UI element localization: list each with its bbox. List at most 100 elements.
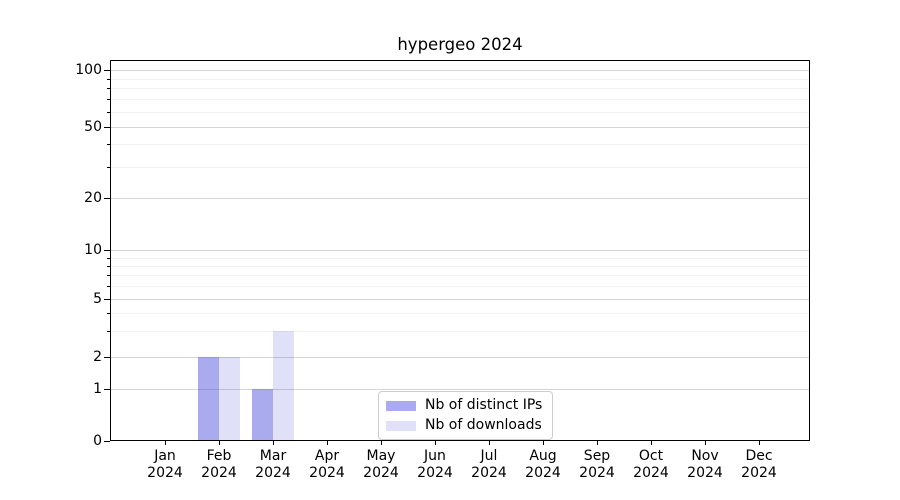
legend-swatch-downloads — [386, 421, 416, 431]
y-minor-tick — [107, 331, 110, 332]
x-tick — [705, 441, 706, 445]
y-minor-tick — [107, 286, 110, 287]
x-tick-year: 2024 — [147, 465, 183, 482]
bar-feb-ips — [198, 357, 219, 441]
y-minor-tick — [107, 144, 110, 145]
x-tick-year: 2024 — [201, 465, 237, 482]
y-minor-tick — [107, 313, 110, 314]
x-tick-month: Jul — [471, 448, 507, 465]
legend-item-downloads: Nb of downloads — [386, 417, 542, 434]
y-tick-label: 2 — [2, 348, 102, 366]
x-tick — [435, 441, 436, 445]
legend: Nb of distinct IPs Nb of downloads — [378, 391, 553, 440]
x-tick-year: 2024 — [579, 465, 615, 482]
gridline-minor — [110, 79, 810, 80]
x-tick-month: Feb — [201, 448, 237, 465]
y-minor-tick — [107, 258, 110, 259]
bar-feb-downloads — [219, 357, 240, 441]
x-tick — [597, 441, 598, 445]
legend-swatch-distinct-ips — [386, 401, 416, 411]
legend-label-distinct-ips: Nb of distinct IPs — [425, 397, 542, 414]
x-tick-label: Nov2024 — [687, 448, 723, 482]
y-tick — [104, 70, 110, 71]
bar-mar-ips — [252, 389, 273, 441]
y-tick-label: 0 — [2, 432, 102, 450]
x-tick-label: Apr2024 — [309, 448, 345, 482]
x-tick-month: Nov — [687, 448, 723, 465]
y-minor-tick — [107, 275, 110, 276]
x-tick-month: Sep — [579, 448, 615, 465]
gridline-major — [110, 299, 810, 300]
x-tick-month: Mar — [255, 448, 291, 465]
x-tick — [759, 441, 760, 445]
legend-label-downloads: Nb of downloads — [425, 417, 542, 434]
legend-item-distinct-ips: Nb of distinct IPs — [386, 397, 542, 414]
y-tick — [104, 198, 110, 199]
y-tick-label: 10 — [2, 241, 102, 259]
y-minor-tick — [107, 112, 110, 113]
x-tick-label: Feb2024 — [201, 448, 237, 482]
gridline-minor — [110, 331, 810, 332]
gridline-minor — [110, 275, 810, 276]
x-tick-month: Oct — [633, 448, 669, 465]
y-tick-label: 5 — [2, 290, 102, 308]
x-tick-month: Apr — [309, 448, 345, 465]
gridline-major — [110, 127, 810, 128]
x-tick — [543, 441, 544, 445]
x-tick-label: Jul2024 — [471, 448, 507, 482]
x-tick-label: Oct2024 — [633, 448, 669, 482]
y-tick — [104, 250, 110, 251]
y-tick — [104, 357, 110, 358]
x-tick — [165, 441, 166, 445]
x-tick-label: Jan2024 — [147, 448, 183, 482]
y-minor-tick — [107, 88, 110, 89]
x-tick-label: May2024 — [363, 448, 399, 482]
y-tick — [104, 389, 110, 390]
x-tick — [489, 441, 490, 445]
y-tick-label: 50 — [2, 118, 102, 136]
y-tick — [104, 441, 110, 442]
y-minor-tick — [107, 99, 110, 100]
x-tick-month: Aug — [525, 448, 561, 465]
gridline-minor — [110, 144, 810, 145]
x-tick-label: Mar2024 — [255, 448, 291, 482]
x-tick — [381, 441, 382, 445]
x-tick — [651, 441, 652, 445]
x-tick-year: 2024 — [255, 465, 291, 482]
x-tick-month: Jan — [147, 448, 183, 465]
y-tick — [104, 299, 110, 300]
gridline-major — [110, 198, 810, 199]
gridline-major — [110, 70, 810, 71]
x-tick-year: 2024 — [525, 465, 561, 482]
y-minor-tick — [107, 167, 110, 168]
plot-area: 0125102050100Jan2024Feb2024Mar2024Apr202… — [110, 60, 810, 441]
y-tick — [104, 127, 110, 128]
x-tick-year: 2024 — [633, 465, 669, 482]
x-tick — [219, 441, 220, 445]
bar-mar-downloads — [273, 331, 294, 441]
gridline-minor — [110, 99, 810, 100]
chart-figure: hypergeo 2024 0125102050100Jan2024Feb202… — [0, 0, 900, 500]
x-tick-year: 2024 — [363, 465, 399, 482]
x-tick — [327, 441, 328, 445]
gridline-minor — [110, 112, 810, 113]
x-tick-label: Sep2024 — [579, 448, 615, 482]
x-tick-label: Dec2024 — [741, 448, 777, 482]
y-tick-label: 1 — [2, 380, 102, 398]
chart-title: hypergeo 2024 — [110, 35, 810, 55]
gridline-major — [110, 250, 810, 251]
gridline-minor — [110, 286, 810, 287]
x-tick-year: 2024 — [741, 465, 777, 482]
x-tick-year: 2024 — [471, 465, 507, 482]
x-tick-month: Jun — [417, 448, 453, 465]
gridline-minor — [110, 88, 810, 89]
x-tick-label: Jun2024 — [417, 448, 453, 482]
gridline-minor — [110, 258, 810, 259]
gridline-minor — [110, 266, 810, 267]
x-tick-year: 2024 — [687, 465, 723, 482]
x-tick-month: Dec — [741, 448, 777, 465]
x-tick-month: May — [363, 448, 399, 465]
x-tick-label: Aug2024 — [525, 448, 561, 482]
y-tick-label: 100 — [2, 61, 102, 79]
x-tick-year: 2024 — [417, 465, 453, 482]
